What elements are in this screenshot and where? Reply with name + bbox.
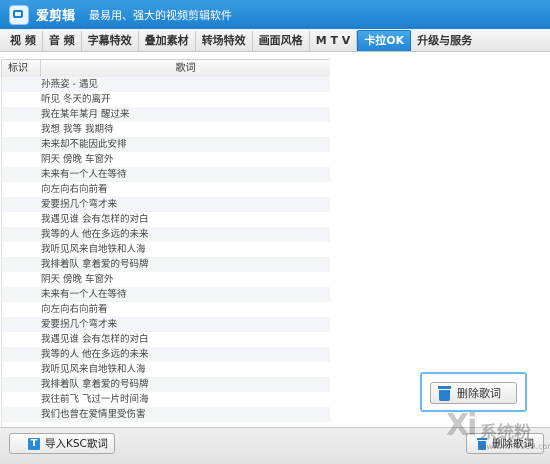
- callout-delete-lyrics-label: 删除歌词: [457, 387, 501, 400]
- tab-overlay-materials[interactable]: 叠加素材: [139, 31, 196, 51]
- tab-transitions[interactable]: 转场特效: [196, 31, 253, 51]
- lyric-row[interactable]: 爱要拐几个弯才来: [2, 197, 330, 212]
- tab-video[interactable]: 视 频: [4, 31, 43, 51]
- lyric-row[interactable]: 未来有一个人在等待: [2, 287, 330, 302]
- lyric-row[interactable]: 未来却不能因此安排: [2, 137, 330, 152]
- tab-karaoke[interactable]: 卡拉OK: [357, 30, 412, 51]
- lyric-row[interactable]: 爱要拐几个弯才来: [2, 317, 330, 332]
- delete-lyrics-button[interactable]: 删除歌词: [466, 433, 544, 454]
- title-bar: 爱剪辑 最易用、强大的视频剪辑软件: [0, 0, 550, 29]
- tab-picture-style[interactable]: 画面风格: [253, 31, 310, 51]
- app-title: 爱剪辑: [36, 9, 76, 24]
- lyric-row[interactable]: 向左向右向前看: [2, 182, 330, 197]
- lyric-row[interactable]: 我等的人 他在多远的未来: [2, 347, 330, 362]
- lyric-row[interactable]: 我遇见谁 会有怎样的对白: [2, 332, 330, 347]
- lyrics-table-header: 标识 歌词: [1, 59, 331, 78]
- lyric-row[interactable]: 我往前飞 飞过一片时间海: [2, 392, 330, 407]
- tab-subtitle-effects[interactable]: 字幕特效: [82, 31, 139, 51]
- lyric-row[interactable]: 我等的人 他在多远的未来: [2, 227, 330, 242]
- delete-lyrics-label: 删除歌词: [492, 438, 534, 450]
- text-t-icon: T: [28, 437, 40, 450]
- lyric-row[interactable]: 听见 冬天的离开: [2, 92, 330, 107]
- lyric-row[interactable]: 未来有一个人在等待: [2, 167, 330, 182]
- tab-audio[interactable]: 音 频: [43, 31, 82, 51]
- callout-delete-lyrics-button[interactable]: 删除歌词: [430, 382, 517, 404]
- lyric-row[interactable]: 孙燕姿 - 遇见: [2, 77, 330, 92]
- trash-icon: [477, 437, 487, 450]
- lyric-row[interactable]: 我在某年某月 醒过来: [2, 107, 330, 122]
- import-ksc-button[interactable]: T 导入KSC歌词: [9, 433, 115, 454]
- lyric-row[interactable]: 我们也曾在爱情里受伤害: [2, 407, 330, 422]
- lyric-row[interactable]: 我想 我等 我期待: [2, 122, 330, 137]
- app-logo-icon: [9, 4, 29, 25]
- import-ksc-label: 导入KSC歌词: [45, 438, 108, 450]
- tab-bar: 视 频 音 频 字幕特效 叠加素材 转场特效 画面风格 M T V 卡拉OK 升…: [0, 29, 550, 52]
- app-slogan: 最易用、强大的视频剪辑软件: [89, 8, 233, 22]
- tab-upgrade-service[interactable]: 升级与服务: [411, 31, 478, 51]
- column-header-lyric[interactable]: 歌词: [41, 60, 330, 77]
- lyric-row[interactable]: 我听见风来自地铁和人海: [2, 242, 330, 257]
- highlight-callout: 删除歌词: [420, 372, 527, 412]
- trash-icon: [438, 385, 451, 401]
- tab-mtv[interactable]: M T V: [310, 31, 358, 51]
- lyric-row[interactable]: 向左向右向前看: [2, 302, 330, 317]
- lyric-row[interactable]: 我排着队 拿着爱的号码牌: [2, 377, 330, 392]
- lyrics-list[interactable]: 孙燕姿 - 遇见 听见 冬天的离开 我在某年某月 醒过来 我想 我等 我期待 未来却不能…: [1, 77, 330, 427]
- lyric-row[interactable]: 阴天 傍晚 车窗外: [2, 272, 330, 287]
- lyric-row[interactable]: 我排着队 拿着爱的号码牌: [2, 257, 330, 272]
- lyric-row[interactable]: 我遇见谁 会有怎样的对白: [2, 212, 330, 227]
- lyric-row[interactable]: 我听见风来自地铁和人海: [2, 362, 330, 377]
- column-header-mark[interactable]: 标识: [2, 60, 41, 77]
- lyric-row[interactable]: 阴天 傍晚 车窗外: [2, 152, 330, 167]
